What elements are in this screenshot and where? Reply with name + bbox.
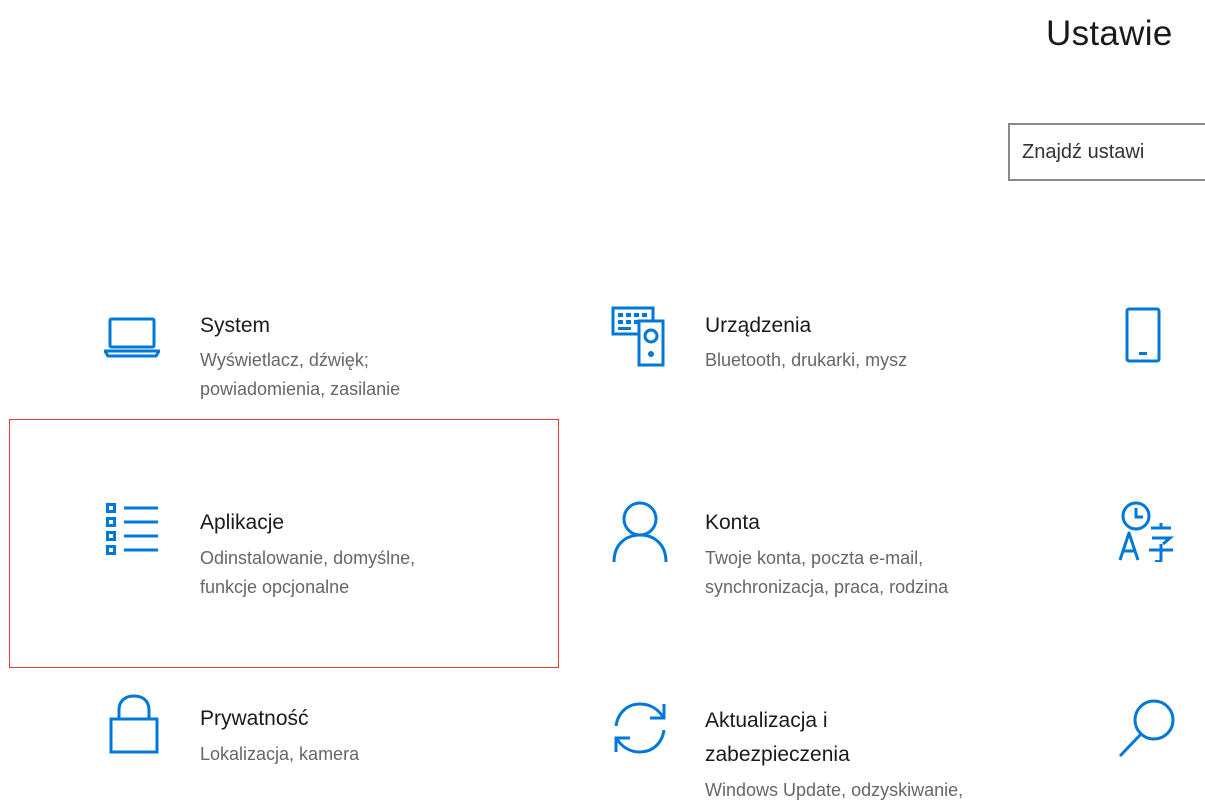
tile-title: Aktualizacja i zabezpieczenia bbox=[705, 709, 850, 766]
tile-phone[interactable] bbox=[1110, 306, 1205, 412]
tile-description: Odinstalowanie, domyślne, funkcje opcjon… bbox=[200, 548, 416, 597]
tile-devices[interactable]: Urządzenia Bluetooth, drukarki, mysz bbox=[600, 306, 1060, 412]
tile-title: Urządzenia bbox=[705, 314, 812, 337]
phone-icon bbox=[1125, 307, 1161, 363]
person-icon bbox=[612, 501, 668, 563]
tile-description: Windows Update, odzyskiwanie, bbox=[705, 780, 964, 800]
sync-arrows-icon bbox=[614, 702, 666, 754]
tile-description: Bluetooth, drukarki, mysz bbox=[705, 350, 908, 370]
tile-update-security[interactable]: Aktualizacja i zabezpieczenia Windows Up… bbox=[600, 690, 1060, 805]
laptop-icon bbox=[104, 317, 160, 358]
keyboard-speaker-icon bbox=[611, 306, 665, 367]
lock-icon bbox=[109, 694, 159, 754]
tile-title: Prywatność bbox=[200, 707, 309, 730]
time-language-icon bbox=[1118, 501, 1175, 562]
search-box[interactable] bbox=[1008, 123, 1205, 181]
tile-title: Aplikacje bbox=[200, 511, 285, 534]
tile-description: Lokalizacja, kamera bbox=[200, 744, 360, 764]
settings-home-page: Ustawie System Wyświetlacz, dźwięk; powi… bbox=[0, 0, 1205, 805]
tile-description: Twoje konta, poczta e-mail, synchronizac… bbox=[705, 548, 949, 597]
tile-privacy[interactable]: Prywatność Lokalizacja, kamera bbox=[96, 690, 556, 800]
page-title: Ustawie bbox=[1046, 14, 1173, 53]
tile-time-language[interactable] bbox=[1110, 500, 1205, 610]
tile-system[interactable]: System Wyświetlacz, dźwięk; powiadomieni… bbox=[96, 306, 556, 412]
search-icon bbox=[1118, 699, 1175, 758]
tile-accounts[interactable]: Konta Twoje konta, poczta e-mail, synchr… bbox=[600, 500, 1060, 610]
app-list-icon bbox=[106, 503, 158, 555]
tile-search[interactable] bbox=[1110, 690, 1205, 800]
search-input[interactable] bbox=[1010, 125, 1205, 179]
tile-title: System bbox=[200, 314, 271, 337]
tile-title: Konta bbox=[705, 511, 760, 534]
tile-description: Wyświetlacz, dźwięk; powiadomienia, zasi… bbox=[200, 350, 401, 399]
tile-apps[interactable]: Aplikacje Odinstalowanie, domyślne, funk… bbox=[96, 500, 556, 610]
